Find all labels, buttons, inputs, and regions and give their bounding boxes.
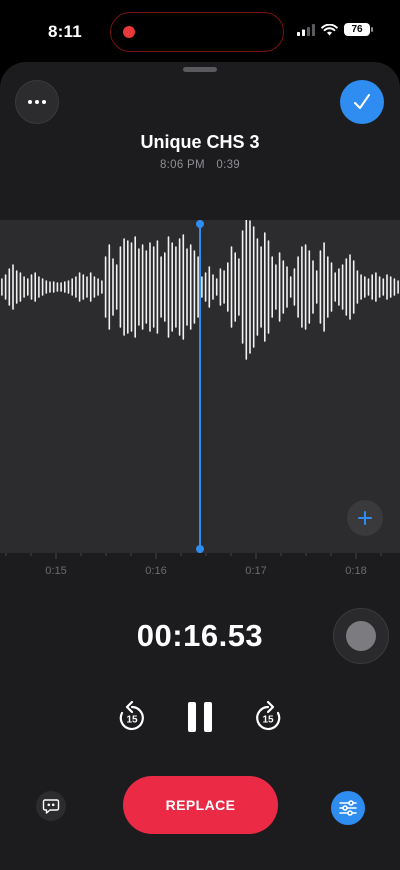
more-icon (28, 100, 32, 104)
skip-back-15-icon[interactable]: 15 (116, 698, 148, 738)
recording-title[interactable]: Unique CHS 3 (0, 132, 400, 153)
transcript-button[interactable] (36, 791, 66, 821)
recorded-time: 8:06 PM (159, 159, 205, 171)
status-bar: 8:11 76 (0, 0, 400, 62)
recording-indicator-icon (123, 26, 135, 38)
waveform[interactable] (0, 220, 400, 553)
svg-text:15: 15 (126, 715, 138, 726)
done-button[interactable] (340, 80, 384, 124)
add-button[interactable] (347, 500, 383, 536)
pause-button[interactable] (188, 702, 212, 732)
recording-meta: 8:06 PM 0:39 (0, 159, 400, 171)
status-icons: 76 (297, 23, 373, 36)
waveform-area[interactable] (0, 220, 400, 553)
ruler-ticks (5, 553, 382, 559)
pause-icon (188, 702, 196, 732)
battery-icon: 76 (344, 23, 373, 36)
settings-button[interactable] (331, 791, 365, 825)
replace-button[interactable]: REPLACE (123, 776, 278, 834)
tick-label: 0:18 (345, 565, 367, 577)
skip-forward-15-icon[interactable]: 15 (252, 698, 284, 738)
dynamic-island[interactable] (110, 12, 284, 52)
tick-label: 0:15 (45, 565, 67, 577)
status-time: 8:11 (48, 22, 82, 41)
scrub-knob-handle[interactable] (346, 621, 376, 651)
playhead-bottom-handle[interactable] (196, 545, 204, 553)
tick-label: 0:17 (245, 565, 267, 577)
cellular-signal-icon (297, 23, 315, 36)
playhead-top-handle[interactable] (196, 220, 204, 228)
recording-duration: 0:39 (216, 159, 241, 171)
svg-text:15: 15 (262, 715, 274, 726)
timeline-ruler[interactable]: 0:15 0:16 0:17 0:18 (0, 553, 400, 583)
transcript-icon (42, 799, 60, 814)
more-button[interactable] (15, 80, 59, 124)
sliders-icon (339, 800, 357, 816)
scrub-knob[interactable] (333, 608, 389, 664)
wifi-icon (321, 23, 338, 35)
checkmark-icon (354, 94, 370, 109)
plus-icon (358, 511, 372, 525)
playback-controls: 15 15 (0, 698, 400, 738)
tick-label: 0:16 (145, 565, 167, 577)
recording-sheet: Unique CHS 3 8:06 PM 0:39 0:15 0:16 0:17… (0, 62, 400, 870)
sheet-grabber[interactable] (183, 67, 217, 72)
